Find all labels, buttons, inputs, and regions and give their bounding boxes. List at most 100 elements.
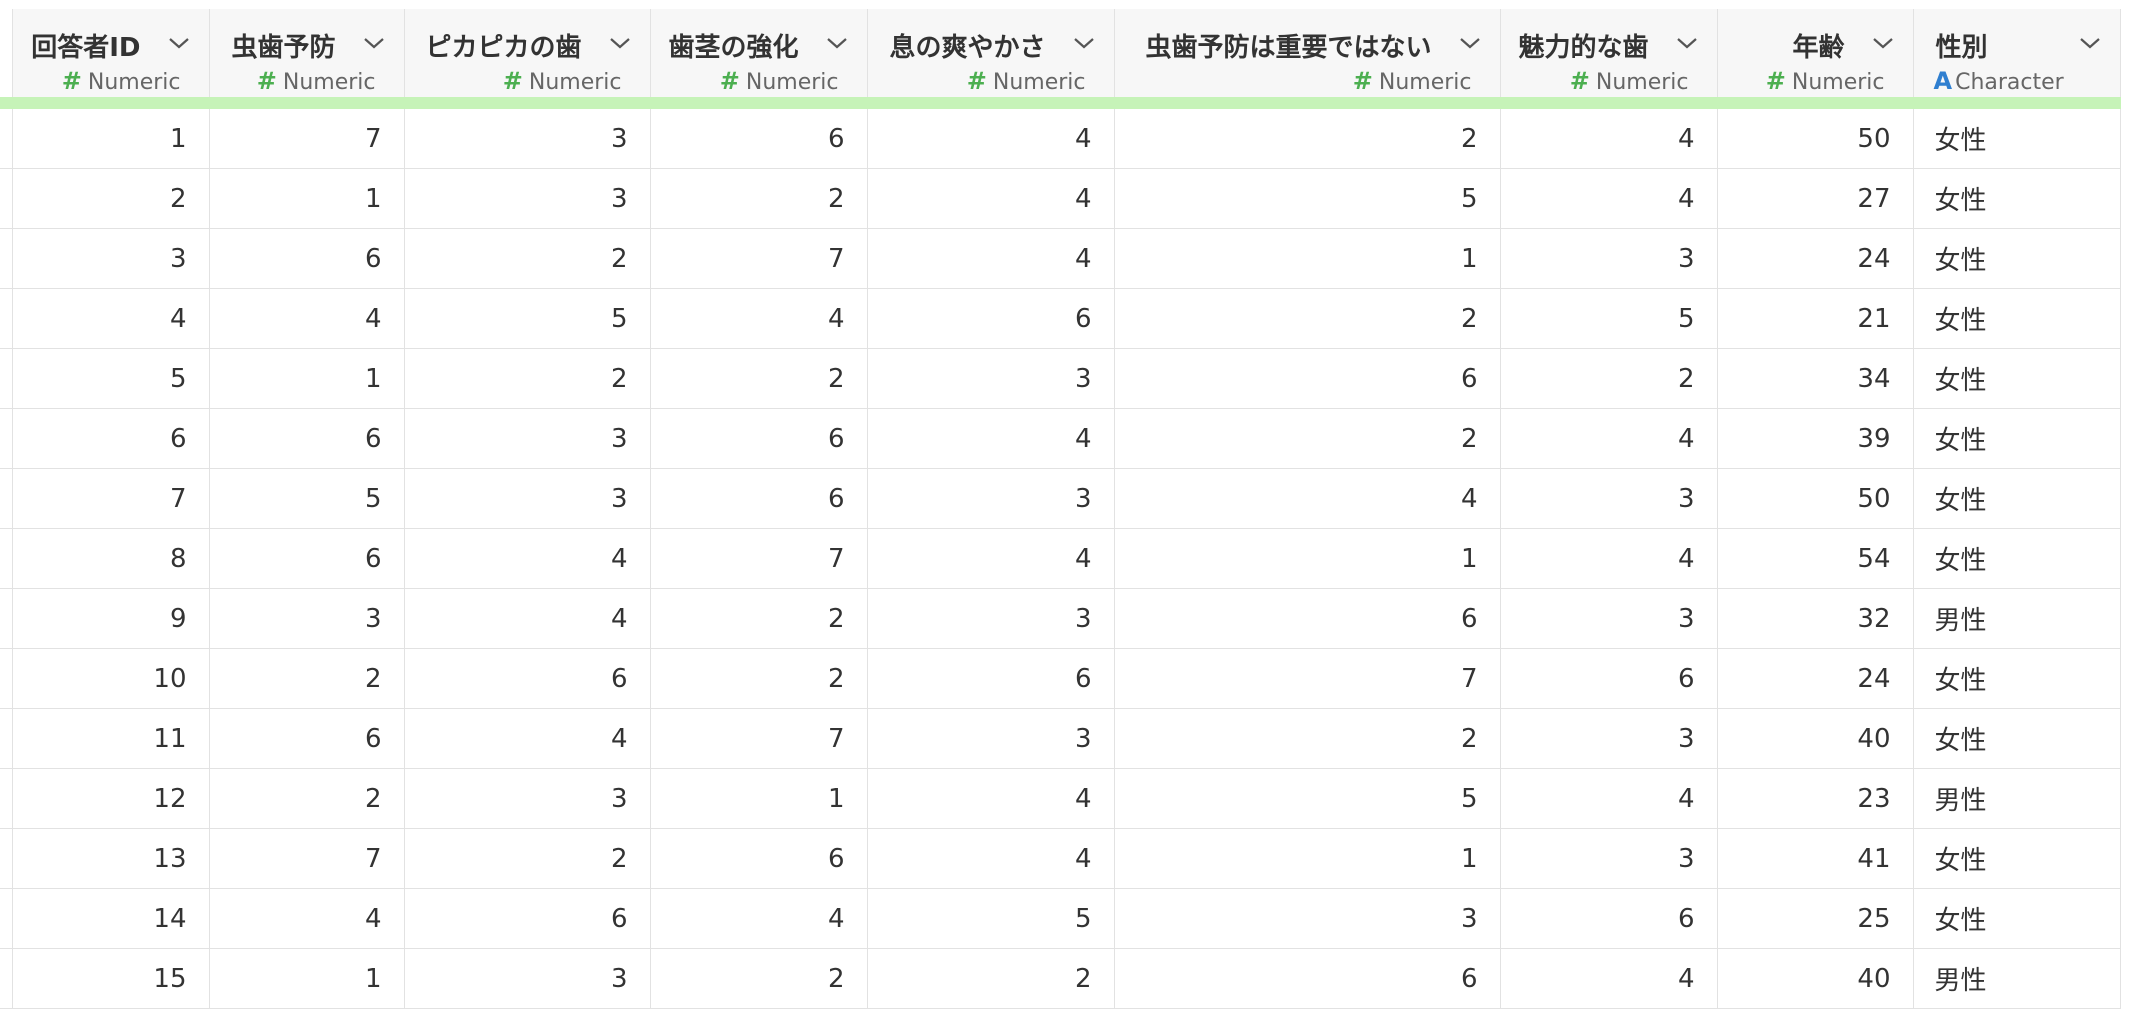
table-cell-attractive-teeth[interactable]: 4: [1500, 103, 1718, 169]
table-cell-gum-strength[interactable]: 2: [650, 168, 868, 229]
table-cell-shiny-teeth[interactable]: 4: [404, 528, 651, 589]
table-cell-cavity-not-important[interactable]: 1: [1114, 828, 1501, 889]
table-cell-age[interactable]: 25: [1717, 888, 1914, 949]
table-cell-respondent-id[interactable]: 6: [12, 408, 210, 469]
table-cell-shiny-teeth[interactable]: 3: [404, 103, 651, 169]
table-cell-cavity-prevention[interactable]: 6: [209, 528, 405, 589]
table-cell-attractive-teeth[interactable]: 4: [1500, 528, 1718, 589]
table-cell-gum-strength[interactable]: 7: [650, 708, 868, 769]
table-cell-fresh-breath[interactable]: 4: [867, 768, 1115, 829]
table-cell-cavity-prevention[interactable]: 4: [209, 288, 405, 349]
table-cell-age[interactable]: 21: [1717, 288, 1914, 349]
table-cell-gum-strength[interactable]: 1: [650, 768, 868, 829]
chevron-down-icon[interactable]: [362, 35, 386, 51]
table-cell-cavity-prevention[interactable]: 6: [209, 228, 405, 289]
table-cell-age[interactable]: 40: [1717, 948, 1914, 1009]
table-cell-gum-strength[interactable]: 2: [650, 948, 868, 1009]
table-cell-cavity-not-important[interactable]: 5: [1114, 768, 1501, 829]
table-cell-gum-strength[interactable]: 6: [650, 103, 868, 169]
table-cell-cavity-not-important[interactable]: 2: [1114, 408, 1501, 469]
chevron-down-icon[interactable]: [1675, 35, 1699, 51]
column-header-age[interactable]: 年齢 # Numeric: [1717, 0, 1914, 109]
table-cell-age[interactable]: 41: [1717, 828, 1914, 889]
table-cell-cavity-not-important[interactable]: 4: [1114, 468, 1501, 529]
table-cell-age[interactable]: 50: [1717, 468, 1914, 529]
table-cell-age[interactable]: 27: [1717, 168, 1914, 229]
chevron-down-icon[interactable]: [608, 35, 632, 51]
table-cell-age[interactable]: 24: [1717, 228, 1914, 289]
table-cell-respondent-id[interactable]: 9: [12, 588, 210, 649]
table-cell-shiny-teeth[interactable]: 2: [404, 348, 651, 409]
table-cell-cavity-not-important[interactable]: 6: [1114, 948, 1501, 1009]
table-cell-gender[interactable]: 女性: [1913, 103, 2121, 169]
table-cell-cavity-prevention[interactable]: 1: [209, 348, 405, 409]
table-cell-shiny-teeth[interactable]: 2: [404, 228, 651, 289]
table-cell-attractive-teeth[interactable]: 5: [1500, 288, 1718, 349]
table-cell-attractive-teeth[interactable]: 3: [1500, 588, 1718, 649]
table-cell-cavity-prevention[interactable]: 1: [209, 948, 405, 1009]
column-header-gum-strength[interactable]: 歯茎の強化 # Numeric: [650, 0, 868, 109]
table-cell-gum-strength[interactable]: 4: [650, 888, 868, 949]
table-cell-cavity-prevention[interactable]: 7: [209, 103, 405, 169]
table-cell-fresh-breath[interactable]: 2: [867, 948, 1115, 1009]
column-header-cavity-not-important[interactable]: 虫歯予防は重要ではない # Numeric: [1114, 0, 1501, 109]
table-cell-fresh-breath[interactable]: 3: [867, 348, 1115, 409]
table-cell-cavity-prevention[interactable]: 1: [209, 168, 405, 229]
chevron-down-icon[interactable]: [1458, 35, 1482, 51]
table-cell-gender[interactable]: 女性: [1913, 228, 2121, 289]
chevron-down-icon[interactable]: [167, 35, 191, 51]
table-cell-fresh-breath[interactable]: 3: [867, 588, 1115, 649]
table-cell-gum-strength[interactable]: 4: [650, 288, 868, 349]
table-cell-cavity-prevention[interactable]: 7: [209, 828, 405, 889]
table-cell-attractive-teeth[interactable]: 6: [1500, 888, 1718, 949]
chevron-down-icon[interactable]: [2078, 35, 2102, 51]
table-cell-attractive-teeth[interactable]: 3: [1500, 708, 1718, 769]
table-cell-respondent-id[interactable]: 4: [12, 288, 210, 349]
table-cell-cavity-prevention[interactable]: 5: [209, 468, 405, 529]
table-cell-shiny-teeth[interactable]: 4: [404, 588, 651, 649]
table-cell-fresh-breath[interactable]: 4: [867, 103, 1115, 169]
table-cell-gender[interactable]: 女性: [1913, 528, 2121, 589]
table-cell-gender[interactable]: 女性: [1913, 288, 2121, 349]
table-cell-fresh-breath[interactable]: 4: [867, 828, 1115, 889]
table-cell-shiny-teeth[interactable]: 6: [404, 888, 651, 949]
table-cell-gender[interactable]: 女性: [1913, 648, 2121, 709]
table-cell-cavity-prevention[interactable]: 3: [209, 588, 405, 649]
table-cell-fresh-breath[interactable]: 5: [867, 888, 1115, 949]
table-cell-cavity-not-important[interactable]: 1: [1114, 228, 1501, 289]
table-cell-age[interactable]: 23: [1717, 768, 1914, 829]
table-cell-gum-strength[interactable]: 6: [650, 408, 868, 469]
table-cell-age[interactable]: 54: [1717, 528, 1914, 589]
table-cell-shiny-teeth[interactable]: 3: [404, 468, 651, 529]
table-cell-attractive-teeth[interactable]: 2: [1500, 348, 1718, 409]
table-cell-fresh-breath[interactable]: 6: [867, 288, 1115, 349]
table-cell-respondent-id[interactable]: 3: [12, 228, 210, 289]
column-header-cavity-prevention[interactable]: 虫歯予防 # Numeric: [209, 0, 405, 109]
table-cell-fresh-breath[interactable]: 3: [867, 708, 1115, 769]
chevron-down-icon[interactable]: [1072, 35, 1096, 51]
table-cell-cavity-prevention[interactable]: 6: [209, 408, 405, 469]
table-cell-shiny-teeth[interactable]: 2: [404, 828, 651, 889]
table-cell-age[interactable]: 34: [1717, 348, 1914, 409]
table-cell-fresh-breath[interactable]: 3: [867, 468, 1115, 529]
table-cell-respondent-id[interactable]: 5: [12, 348, 210, 409]
table-cell-cavity-not-important[interactable]: 2: [1114, 103, 1501, 169]
table-cell-attractive-teeth[interactable]: 3: [1500, 468, 1718, 529]
table-cell-gum-strength[interactable]: 2: [650, 588, 868, 649]
table-cell-respondent-id[interactable]: 12: [12, 768, 210, 829]
table-cell-cavity-prevention[interactable]: 4: [209, 888, 405, 949]
table-cell-gender[interactable]: 男性: [1913, 768, 2121, 829]
table-cell-respondent-id[interactable]: 1: [12, 103, 210, 169]
table-cell-cavity-prevention[interactable]: 2: [209, 768, 405, 829]
table-cell-gender[interactable]: 女性: [1913, 888, 2121, 949]
table-cell-gender[interactable]: 女性: [1913, 348, 2121, 409]
table-cell-gum-strength[interactable]: 7: [650, 528, 868, 589]
table-cell-gum-strength[interactable]: 7: [650, 228, 868, 289]
table-cell-cavity-not-important[interactable]: 2: [1114, 708, 1501, 769]
table-cell-age[interactable]: 32: [1717, 588, 1914, 649]
table-cell-cavity-not-important[interactable]: 6: [1114, 588, 1501, 649]
table-cell-cavity-not-important[interactable]: 5: [1114, 168, 1501, 229]
table-cell-shiny-teeth[interactable]: 5: [404, 288, 651, 349]
table-cell-cavity-not-important[interactable]: 3: [1114, 888, 1501, 949]
chevron-down-icon[interactable]: [1871, 35, 1895, 51]
